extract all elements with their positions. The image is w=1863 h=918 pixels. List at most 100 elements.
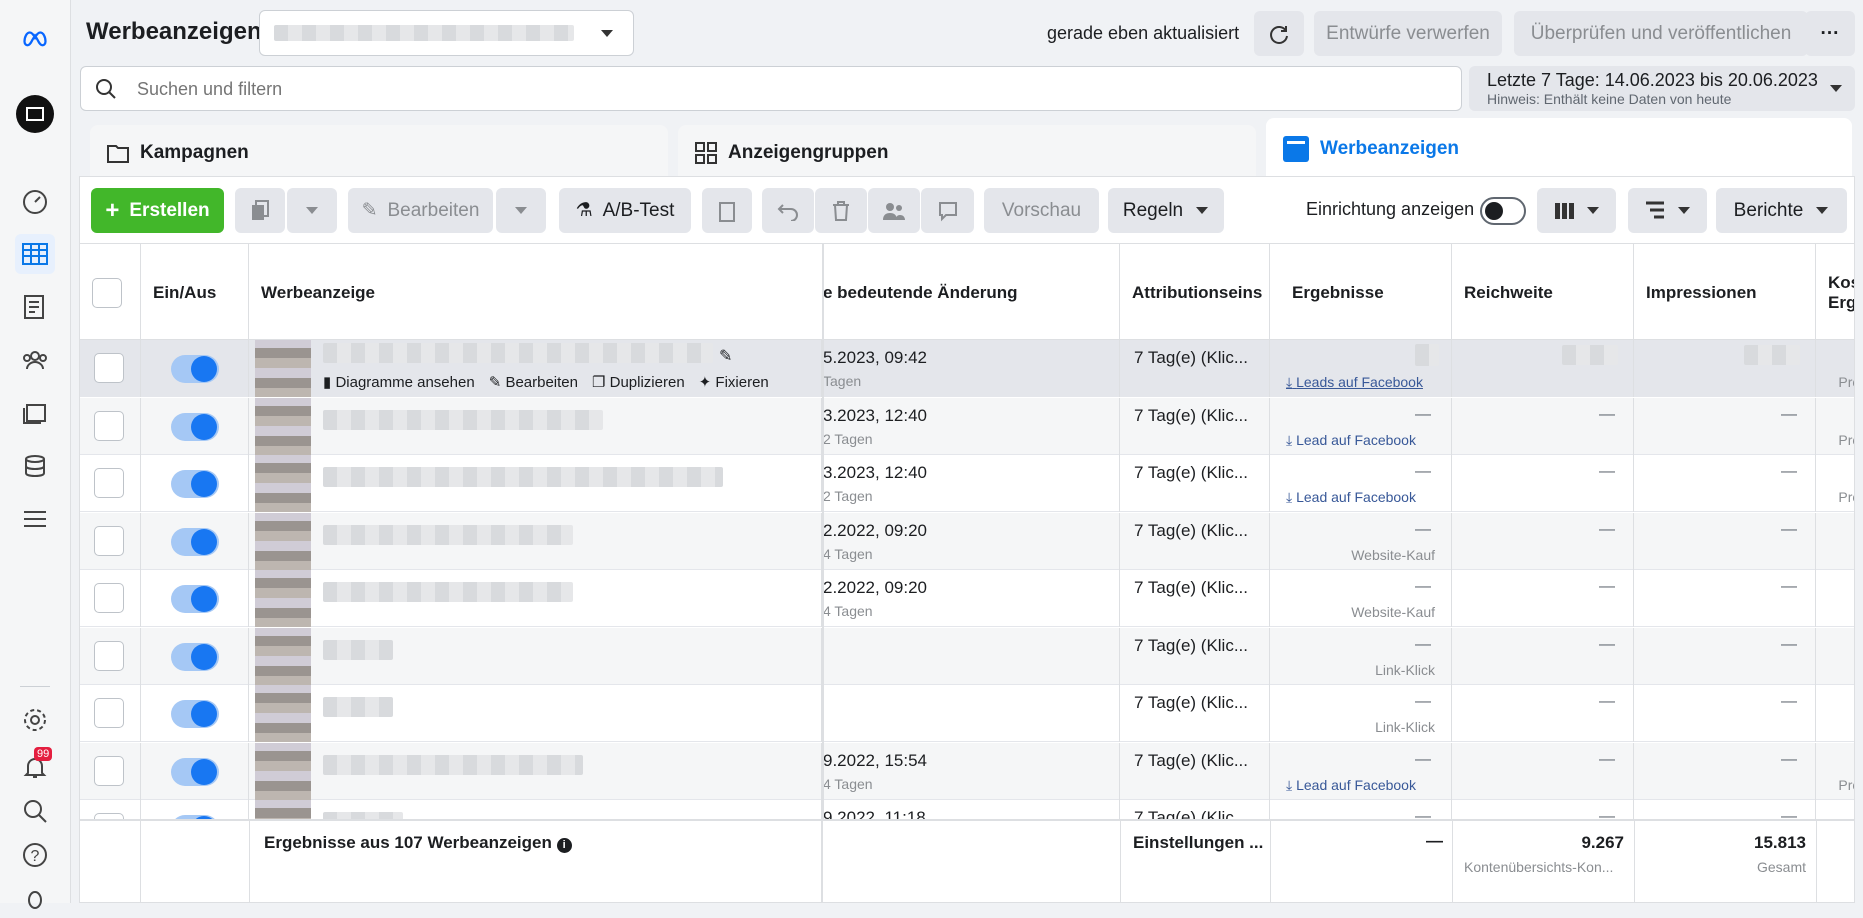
show-setup-toggle[interactable] xyxy=(1480,197,1526,225)
ad-name-redacted[interactable] xyxy=(323,410,603,430)
last-updated-text: gerade eben aktualisiert xyxy=(1047,23,1239,44)
search-icon[interactable] xyxy=(15,791,55,831)
result-type-link[interactable]: ⤓ Lead auf Facebook xyxy=(1286,777,1416,794)
delete-button[interactable] xyxy=(815,188,867,233)
dashboard-gauge-icon[interactable] xyxy=(15,181,55,221)
discard-drafts-button[interactable]: Entwürfe verwerfen xyxy=(1314,11,1502,56)
row-checkbox[interactable] xyxy=(94,526,124,556)
compare-button[interactable] xyxy=(921,188,974,233)
col-onoff[interactable]: Ein/Aus xyxy=(141,244,249,341)
rules-button[interactable]: Regeln xyxy=(1108,188,1224,233)
row-onoff-toggle[interactable] xyxy=(171,470,219,498)
info-icon[interactable]: i xyxy=(557,838,572,853)
result-type-link[interactable]: ⤓ Lead auf Facebook xyxy=(1286,432,1416,449)
row-onoff-toggle[interactable] xyxy=(171,700,219,728)
table-row[interactable]: 3.2023, 12:402 Tagen7 Tag(e) (Klic...—⤓ … xyxy=(80,398,1854,455)
rail-divider xyxy=(20,686,50,687)
row-checkbox[interactable] xyxy=(94,353,124,383)
result-type-link[interactable]: ⤓ Leads auf Facebook xyxy=(1286,374,1423,391)
billing-coins-icon[interactable] xyxy=(15,446,55,486)
reports-button[interactable]: Berichte xyxy=(1716,188,1847,233)
result-type-link[interactable]: ⤓ Lead auf Facebook xyxy=(1286,489,1416,506)
row-onoff-toggle[interactable] xyxy=(171,355,219,383)
row-checkbox[interactable] xyxy=(94,468,124,498)
refresh-button[interactable] xyxy=(1254,11,1304,56)
ad-name-redacted[interactable] xyxy=(323,467,723,487)
col-reach[interactable]: Reichweite xyxy=(1452,244,1634,341)
search-input[interactable] xyxy=(137,75,1437,103)
duplicate-dropdown-button[interactable] xyxy=(287,188,337,233)
tab-adsets[interactable]: Anzeigengruppen xyxy=(678,125,1256,180)
search-filter-bar[interactable] xyxy=(80,66,1462,111)
more-options-button[interactable]: ··· xyxy=(1805,11,1855,56)
breakdown-button[interactable] xyxy=(1628,188,1707,233)
undo-button[interactable] xyxy=(762,188,814,233)
pages-icon[interactable] xyxy=(15,287,55,327)
preview-button[interactable]: Vorschau xyxy=(984,188,1099,233)
table-row[interactable]: 9.2022, 15:544 Tagen7 Tag(e) (Klic...—⤓ … xyxy=(80,743,1854,800)
ads-manager-table-icon[interactable] xyxy=(15,234,55,274)
table-row[interactable]: 7 Tag(e) (Klic...—Link-Klick——Pro Li xyxy=(80,628,1854,685)
row-checkbox[interactable] xyxy=(94,411,124,441)
edit-link[interactable]: ✎ Bearbeiten xyxy=(489,373,578,391)
create-button[interactable]: +Erstellen xyxy=(91,188,224,233)
undo-icon xyxy=(777,201,799,221)
duplicate-button[interactable] xyxy=(235,188,285,233)
edit-button[interactable]: ✎Bearbeiten xyxy=(348,188,493,233)
select-all-checkbox[interactable] xyxy=(92,278,122,308)
footer-settings[interactable]: Einstellungen ... xyxy=(1133,833,1263,853)
date-range-picker[interactable]: Letzte 7 Tage: 14.06.2023 bis 20.06.2023… xyxy=(1469,66,1855,111)
table-row[interactable]: ✎ ▮ Diagramme ansehen ✎ Bearbeiten ❐ Dup… xyxy=(80,340,1854,397)
audiences-icon[interactable] xyxy=(15,340,55,380)
col-ad-name[interactable]: Werbeanzeige xyxy=(249,244,823,341)
row-onoff-toggle[interactable] xyxy=(171,528,219,556)
audience-button[interactable] xyxy=(868,188,920,233)
table-row[interactable]: 7 Tag(e) (Klic...—Link-Klick——Pro Li xyxy=(80,685,1854,742)
table-row[interactable]: 3.2023, 12:402 Tagen7 Tag(e) (Klic...—⤓ … xyxy=(80,455,1854,512)
all-tools-menu-icon[interactable] xyxy=(15,499,55,539)
ab-test-button[interactable]: ⚗A/B-Test xyxy=(559,188,691,233)
pin-link[interactable]: ✦ Fixieren xyxy=(699,373,769,391)
duplicate-link[interactable]: ❐ Duplizieren xyxy=(592,373,685,391)
col-impressions[interactable]: Impressionen xyxy=(1634,244,1816,341)
row-checkbox[interactable] xyxy=(94,641,124,671)
row-onoff-toggle[interactable] xyxy=(171,758,219,786)
paste-button[interactable] xyxy=(702,188,752,233)
account-avatar[interactable] xyxy=(15,94,55,134)
ad-name-redacted[interactable] xyxy=(323,697,393,717)
row-onoff-toggle[interactable] xyxy=(171,413,219,441)
tab-ads[interactable]: Werbeanzeigen xyxy=(1266,118,1852,180)
ad-name-redacted[interactable] xyxy=(323,582,573,602)
help-icon[interactable]: ? xyxy=(15,835,55,875)
row-onoff-toggle[interactable] xyxy=(171,643,219,671)
ad-name-redacted[interactable] xyxy=(323,343,713,363)
row-checkbox[interactable] xyxy=(94,756,124,786)
attribution-setting: 7 Tag(e) (Klic... xyxy=(1134,693,1248,713)
row-checkbox[interactable] xyxy=(94,583,124,613)
report-bug-icon[interactable] xyxy=(15,878,55,918)
tab-campaigns[interactable]: Kampagnen xyxy=(90,125,668,180)
account-selector[interactable] xyxy=(259,10,634,56)
row-checkbox[interactable] xyxy=(94,698,124,728)
table-row[interactable]: 2.2022, 09:204 Tagen7 Tag(e) (Klic...—We… xyxy=(80,513,1854,570)
col-last-change[interactable]: e bedeutende Änderung xyxy=(823,244,1120,341)
impressions-value: — xyxy=(1781,693,1797,711)
settings-gear-icon[interactable] xyxy=(15,700,55,740)
ad-name-redacted[interactable] xyxy=(323,755,583,775)
media-library-icon[interactable] xyxy=(15,393,55,433)
edit-dropdown-button[interactable] xyxy=(496,188,546,233)
view-charts-link[interactable]: ▮ Diagramme ansehen xyxy=(323,373,475,391)
col-cost-per-result[interactable]: Kosten proErgebnis xyxy=(1816,244,1855,341)
review-publish-button[interactable]: Überprüfen und veröffentlichen xyxy=(1514,11,1808,56)
columns-button[interactable] xyxy=(1537,188,1616,233)
ad-name-redacted[interactable] xyxy=(323,640,393,660)
impressions-value: — xyxy=(1781,578,1797,596)
ad-name-redacted[interactable] xyxy=(323,525,573,545)
table-row[interactable]: 2.2022, 09:204 Tagen7 Tag(e) (Klic...—We… xyxy=(80,570,1854,627)
meta-logo-icon[interactable] xyxy=(15,17,55,57)
row-onoff-toggle[interactable] xyxy=(171,585,219,613)
rename-pencil-icon[interactable]: ✎ xyxy=(719,346,732,366)
notifications-bell-icon[interactable]: 99 xyxy=(15,747,55,787)
col-results[interactable]: Ergebnisse xyxy=(1270,244,1452,341)
col-attribution[interactable]: Attributionseins xyxy=(1120,244,1270,341)
